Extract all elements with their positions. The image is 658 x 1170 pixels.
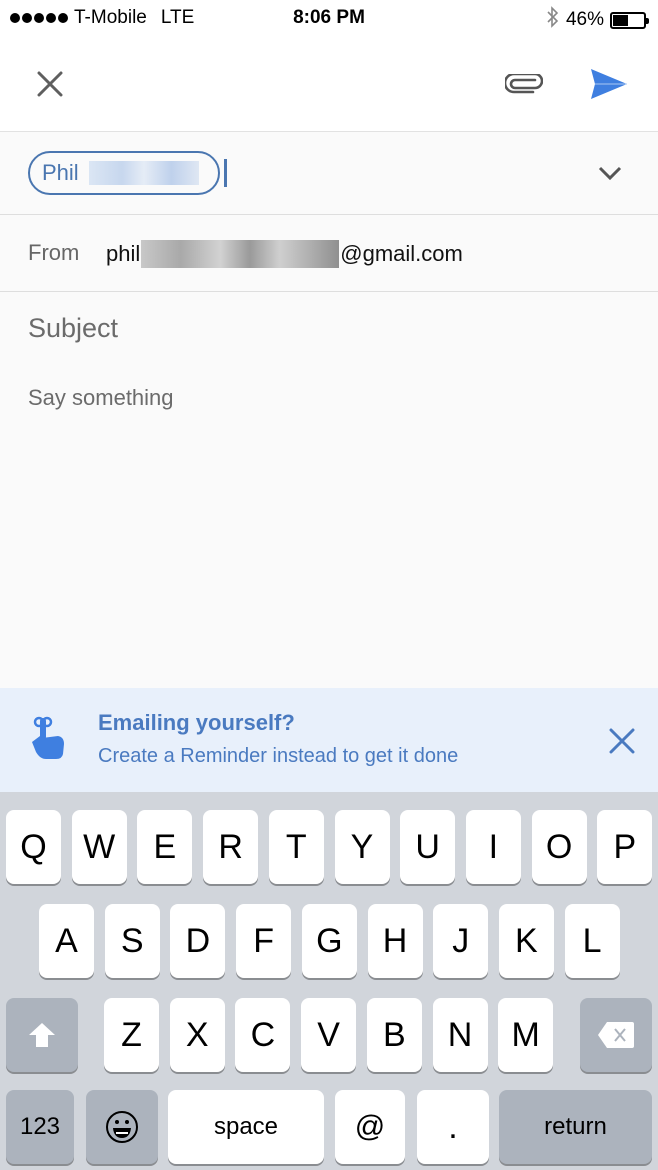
numbers-key[interactable]: 123 [6, 1090, 74, 1164]
key-u[interactable]: U [400, 810, 456, 884]
status-right: 46% [546, 6, 649, 34]
close-icon [609, 728, 635, 754]
key-z[interactable]: Z [104, 998, 159, 1072]
redacted-text [88, 161, 199, 185]
key-p[interactable]: P [597, 810, 653, 884]
key-x[interactable]: X [169, 998, 225, 1072]
key-d[interactable]: D [170, 904, 226, 978]
emoji-key[interactable] [86, 1090, 158, 1164]
chevron-down-icon [598, 166, 622, 180]
reminder-suggestion-banner[interactable]: Emailing yourself? Create a Reminder ins… [0, 688, 658, 792]
send-icon [591, 69, 627, 99]
return-key[interactable]: return [499, 1090, 652, 1164]
at-key[interactable]: @ [335, 1090, 405, 1164]
key-t[interactable]: T [268, 810, 324, 884]
from-row[interactable]: From phil @gmail.com [0, 216, 658, 292]
backspace-icon [598, 1022, 634, 1048]
key-w[interactable]: W [71, 810, 127, 884]
to-row[interactable]: Phil [0, 133, 658, 215]
key-b[interactable]: B [366, 998, 422, 1072]
recipient-name: Phil [42, 160, 79, 185]
key-q[interactable]: Q [6, 810, 61, 884]
text-cursor [224, 159, 227, 187]
close-icon [37, 71, 63, 97]
key-f[interactable]: F [236, 904, 292, 978]
reminder-finger-icon [28, 716, 68, 765]
close-button[interactable] [30, 64, 70, 104]
key-j[interactable]: J [433, 904, 489, 978]
paperclip-icon [505, 74, 543, 94]
key-g[interactable]: G [301, 904, 357, 978]
shift-key[interactable] [6, 998, 78, 1072]
attach-button[interactable] [500, 62, 548, 106]
bluetooth-icon [546, 6, 560, 34]
key-h[interactable]: H [367, 904, 423, 978]
key-y[interactable]: Y [334, 810, 390, 884]
key-n[interactable]: N [432, 998, 488, 1072]
from-address[interactable]: phil @gmail.com [106, 240, 463, 268]
shift-icon [29, 1023, 55, 1047]
key-l[interactable]: L [564, 904, 620, 978]
backspace-key[interactable] [580, 998, 652, 1072]
from-label: From [28, 240, 80, 265]
dismiss-banner-button[interactable] [602, 721, 642, 761]
key-c[interactable]: C [235, 998, 291, 1072]
key-m[interactable]: M [498, 998, 554, 1072]
from-prefix: phil [106, 241, 141, 266]
redacted-text [141, 240, 340, 268]
send-button[interactable] [584, 60, 634, 108]
key-s[interactable]: S [104, 904, 160, 978]
compose-toolbar [0, 38, 658, 132]
body-field[interactable]: Say something [28, 385, 628, 411]
key-k[interactable]: K [498, 904, 554, 978]
subject-field[interactable]: Subject [28, 313, 628, 344]
battery-icon [610, 11, 649, 29]
from-domain: @gmail.com [340, 241, 463, 266]
status-bar: T-Mobile LTE 8:06 PM 46% [0, 0, 658, 38]
emoji-icon [106, 1111, 138, 1143]
period-key[interactable]: . [417, 1090, 489, 1164]
space-key[interactable]: space [168, 1090, 324, 1164]
key-i[interactable]: I [465, 810, 521, 884]
banner-title: Emailing yourself? [98, 710, 295, 735]
battery-percent: 46% [565, 9, 604, 30]
key-r[interactable]: R [203, 810, 259, 884]
key-e[interactable]: E [137, 810, 193, 884]
banner-subtitle[interactable]: Create a Reminder instead to get it done [98, 745, 458, 768]
recipient-chip[interactable]: Phil [28, 151, 220, 195]
keyboard: 123 space @ . return QWERTYUIOP ASDFGHJKL… [0, 792, 658, 1170]
key-v[interactable]: V [301, 998, 357, 1072]
key-a[interactable]: A [39, 904, 94, 978]
key-o[interactable]: O [531, 810, 587, 884]
expand-recipients-button[interactable] [590, 155, 630, 191]
